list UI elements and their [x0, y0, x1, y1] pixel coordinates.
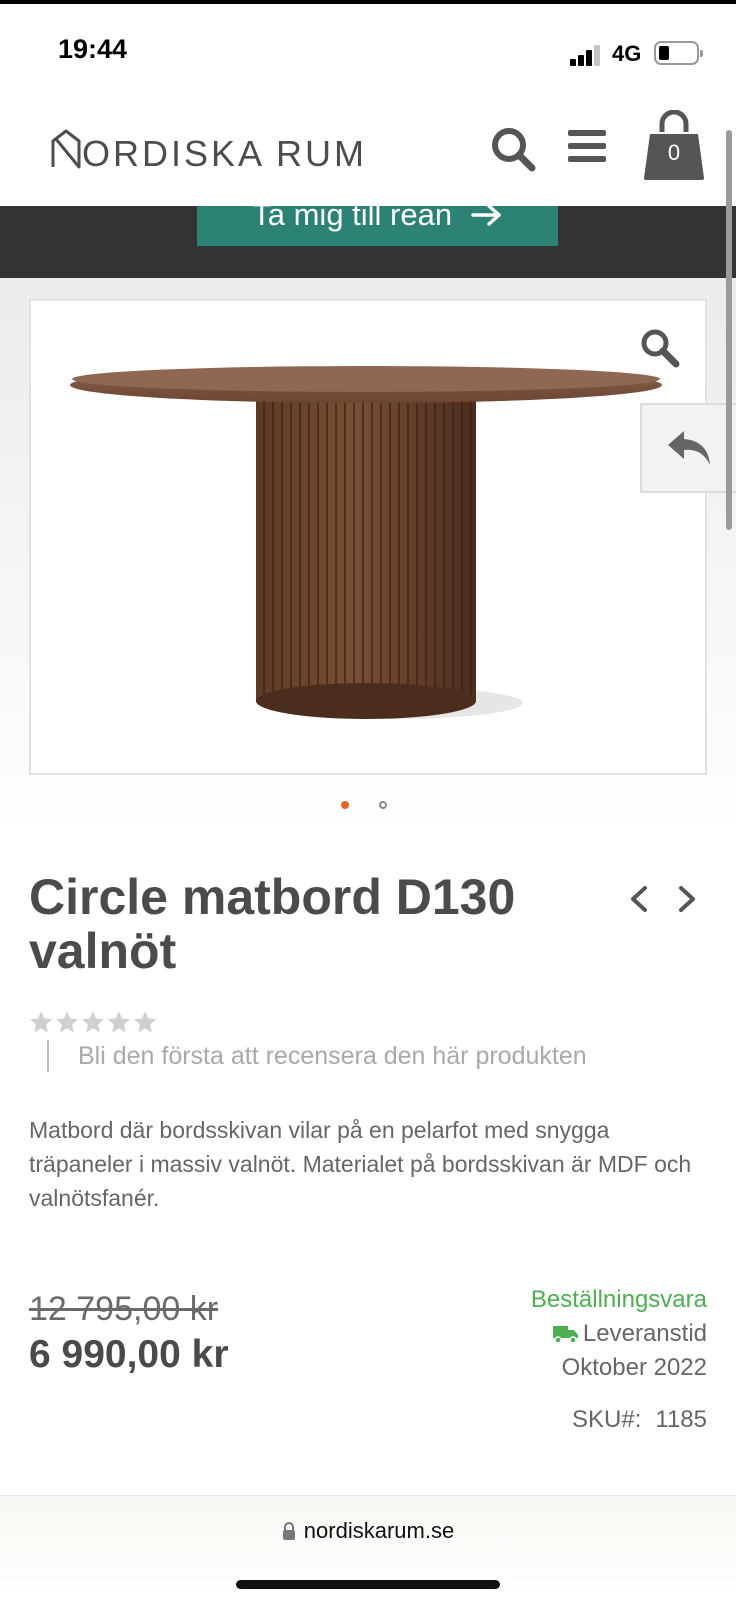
status-bar: 19:44 4G [0, 4, 736, 96]
sku: SKU#: 1185 [572, 1406, 707, 1434]
site-header: ORDISKA RUM 0 [0, 96, 736, 206]
delivery-label: Leveranstid [582, 1320, 707, 1347]
back-arrow-icon [668, 431, 710, 465]
review-divider [47, 1040, 49, 1072]
browser-bar: nordiskarum.se [0, 1495, 736, 1600]
menu-icon[interactable] [568, 130, 606, 162]
availability-status: Beställningsvara [530, 1286, 707, 1313]
address-bar[interactable]: nordiskarum.se [0, 1518, 736, 1544]
logo-house-icon [51, 129, 81, 169]
carousel-dot-2[interactable] [379, 801, 387, 809]
product-title: Circle matbord D130 valnöt [29, 869, 516, 979]
sku-label: SKU#: [572, 1406, 642, 1433]
rating-stars [29, 1010, 159, 1034]
search-icon[interactable] [490, 126, 536, 172]
signal-icon [570, 44, 604, 66]
review-link[interactable]: Bli den första att recensera den här pro… [78, 1042, 587, 1071]
lock-icon [282, 1522, 295, 1540]
zoom-icon[interactable] [640, 328, 680, 368]
star-icon [30, 1011, 52, 1033]
scrollbar[interactable] [726, 130, 732, 530]
status-time: 19:44 [58, 34, 128, 64]
cart-count: 0 [667, 140, 681, 165]
battery-icon [654, 41, 703, 65]
home-indicator[interactable] [236, 1580, 500, 1589]
current-price: 6 990,00 kr [29, 1333, 229, 1376]
product-image[interactable] [29, 299, 707, 775]
old-price: 12 795,00 kr [29, 1290, 219, 1328]
chevron-left-icon[interactable] [627, 884, 651, 914]
star-icon [56, 1011, 78, 1033]
promo-banner: Ta mig till rean [0, 206, 736, 278]
star-icon [134, 1011, 156, 1033]
star-icon [108, 1011, 130, 1033]
truck-icon [552, 1326, 578, 1344]
cart-button[interactable]: 0 [642, 109, 706, 182]
sale-button[interactable]: Ta mig till rean [197, 206, 558, 246]
logo-wordmark: ORDISKA RUM [82, 133, 368, 174]
arrow-right-icon [470, 206, 501, 226]
logo-text: ORDISKA RUM [50, 133, 367, 175]
delivery-date: Oktober 2022 [561, 1354, 707, 1381]
delivery-info: Leveranstid [552, 1320, 707, 1348]
chevron-right-icon[interactable] [675, 884, 699, 914]
network-label: 4G [612, 41, 642, 66]
star-icon [82, 1011, 104, 1033]
sale-button-label: Ta mig till rean [252, 206, 453, 232]
back-tab[interactable] [640, 403, 736, 493]
sku-value: 1185 [655, 1406, 707, 1433]
product-description: Matbord där bordsskivan vilar på en pela… [29, 1117, 692, 1211]
table-image [70, 366, 662, 719]
carousel-dot-1[interactable] [341, 801, 349, 809]
url-text: nordiskarum.se [303, 1518, 455, 1543]
